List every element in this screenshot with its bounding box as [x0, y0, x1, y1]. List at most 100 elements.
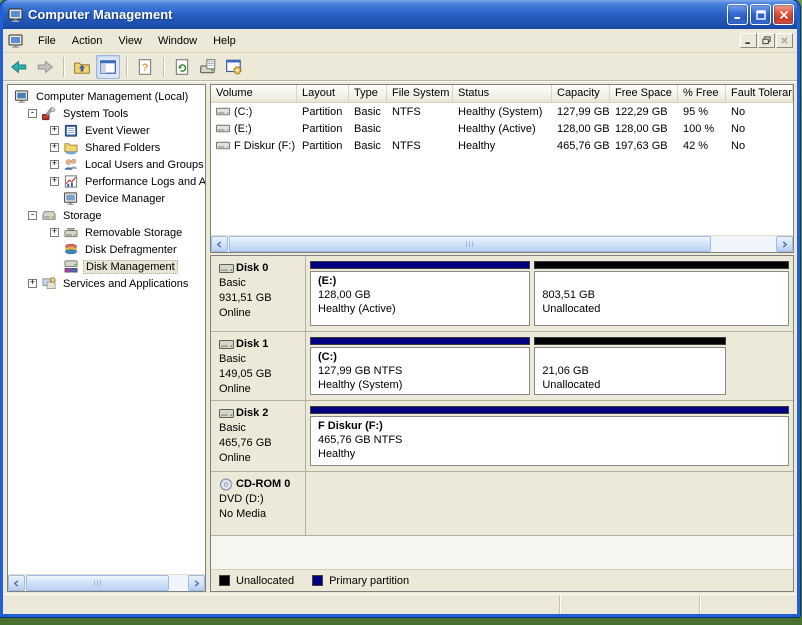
column-header-status[interactable]: Status	[453, 85, 552, 103]
sidebar-item-computer-management[interactable]: Computer Management (Local)	[8, 88, 205, 105]
title-bar[interactable]: Computer Management	[3, 0, 797, 29]
column-header-fault-tolerance[interactable]: Fault Tolerance	[726, 85, 793, 103]
tree-label[interactable]: Computer Management (Local)	[34, 91, 190, 103]
sidebar-item-device-manager[interactable]: Device Manager	[8, 190, 205, 207]
column-header-volume[interactable]: Volume	[211, 85, 297, 103]
help-button[interactable]: ?	[133, 55, 157, 79]
disk-2-row[interactable]: Disk 2 Basic 465,76 GB Online F Diskur (…	[211, 401, 793, 472]
sidebar-item-performance-logs-and-alerts[interactable]: + Performance Logs and Alerts	[8, 173, 205, 190]
forward-button[interactable]	[33, 55, 57, 79]
partition-e[interactable]: (E:) 128,00 GB Healthy (Active)	[310, 261, 530, 326]
disk-type: Basic	[219, 276, 303, 291]
sidebar-item-disk-defragmenter[interactable]: Disk Defragmenter	[8, 241, 205, 258]
disk-1-row[interactable]: Disk 1 Basic 149,05 GB Online (C:) 127,9…	[211, 332, 793, 401]
unallocated-space[interactable]: 803,51 GB Unallocated	[534, 261, 789, 326]
disk-0-row[interactable]: Disk 0 Basic 931,51 GB Online (E:) 128,0…	[211, 256, 793, 332]
column-header-free-space[interactable]: Free Space	[610, 85, 678, 103]
close-button[interactable]	[773, 4, 794, 25]
disk-icon	[219, 338, 235, 351]
cell-volume: F Diskur (F:)	[234, 140, 295, 152]
expand-icon[interactable]: +	[50, 126, 59, 135]
volume-row-e[interactable]: (E:) Partition Basic Healthy (Active) 12…	[211, 120, 793, 137]
settings-button[interactable]	[222, 55, 246, 79]
tree-label[interactable]: Shared Folders	[83, 142, 162, 154]
refresh-button[interactable]	[170, 55, 194, 79]
menu-view[interactable]: View	[110, 32, 150, 50]
menu-action[interactable]: Action	[64, 32, 111, 50]
sidebar-item-disk-management[interactable]: Disk Management	[8, 258, 205, 275]
tree-label[interactable]: Disk Defragmenter	[83, 244, 179, 256]
scroll-right-icon[interactable]	[776, 236, 793, 252]
disk-0-info[interactable]: Disk 0 Basic 931,51 GB Online	[211, 256, 306, 331]
show-hide-console-tree-button[interactable]	[96, 55, 120, 79]
volume-list-pane: Volume Layout Type File System Status Ca…	[210, 84, 794, 253]
sidebar-item-system-tools[interactable]: - System Tools	[8, 105, 205, 122]
expand-icon[interactable]: +	[50, 228, 59, 237]
performance-icon	[63, 174, 79, 189]
tree-label[interactable]: Event Viewer	[83, 125, 152, 137]
volume-row-c[interactable]: (C:) Partition Basic NTFS Healthy (Syste…	[211, 103, 793, 120]
scroll-track[interactable]	[228, 236, 776, 252]
sidebar-item-removable-storage[interactable]: + Removable Storage	[8, 224, 205, 241]
partition-c[interactable]: (C:) 127,99 GB NTFS Healthy (System)	[310, 337, 530, 395]
scroll-left-icon[interactable]	[8, 575, 25, 591]
maximize-button[interactable]	[750, 4, 771, 25]
cdrom-0-row[interactable]: CD-ROM 0 DVD (D:) No Media	[211, 472, 793, 536]
rescan-disks-button[interactable]	[196, 55, 220, 79]
sidebar-item-local-users-and-groups[interactable]: + Local Users and Groups	[8, 156, 205, 173]
sidebar-item-services-and-applications[interactable]: + Services and Applications	[8, 275, 205, 292]
unallocated-space[interactable]: 21,06 GB Unallocated	[534, 337, 726, 395]
mdi-minimize-button[interactable]	[740, 33, 757, 48]
up-one-level-button[interactable]	[70, 55, 94, 79]
partition-f[interactable]: F Diskur (F:) 465,76 GB NTFS Healthy	[310, 406, 789, 466]
tree-label[interactable]: Services and Applications	[61, 278, 190, 290]
menu-help[interactable]: Help	[205, 32, 244, 50]
unallocated-strip	[534, 261, 789, 269]
details-pane: Volume Layout Type File System Status Ca…	[210, 84, 794, 592]
volume-row-f[interactable]: F Diskur (F:) Partition Basic NTFS Healt…	[211, 137, 793, 154]
disk-2-info[interactable]: Disk 2 Basic 465,76 GB Online	[211, 401, 306, 471]
menu-file[interactable]: File	[30, 32, 64, 50]
tree-label[interactable]: Device Manager	[83, 193, 167, 205]
partition-status: Healthy (System)	[318, 378, 522, 392]
expand-icon[interactable]: +	[28, 279, 37, 288]
disk-type: Basic	[219, 352, 303, 367]
collapse-icon[interactable]: -	[28, 211, 37, 220]
column-header-capacity[interactable]: Capacity	[552, 85, 610, 103]
desktop: { "window": { "title": "Computer Managem…	[0, 0, 802, 625]
volume-list-horizontal-scrollbar[interactable]	[211, 235, 793, 252]
column-header-pct-free[interactable]: % Free	[678, 85, 726, 103]
tree-label-selected[interactable]: Disk Management	[83, 260, 178, 274]
sidebar-item-shared-folders[interactable]: + Shared Folders	[8, 139, 205, 156]
scroll-track[interactable]	[25, 575, 188, 591]
disk-management-icon	[63, 259, 79, 274]
tree-label[interactable]: Local Users and Groups	[83, 159, 205, 171]
column-header-type[interactable]: Type	[349, 85, 387, 103]
expand-icon[interactable]: +	[50, 177, 59, 186]
disk-type: DVD (D:)	[219, 492, 303, 507]
tree-horizontal-scrollbar[interactable]	[8, 574, 205, 591]
scroll-thumb[interactable]	[229, 236, 711, 252]
mdi-restore-button[interactable]	[758, 33, 775, 48]
mdi-close-button[interactable]	[776, 33, 793, 48]
expand-icon[interactable]: +	[50, 160, 59, 169]
back-button[interactable]	[7, 55, 31, 79]
expand-icon[interactable]: +	[50, 143, 59, 152]
scroll-left-icon[interactable]	[211, 236, 228, 252]
tree-label[interactable]: Removable Storage	[83, 227, 184, 239]
collapse-icon[interactable]: -	[28, 109, 37, 118]
column-header-file-system[interactable]: File System	[387, 85, 453, 103]
menu-window[interactable]: Window	[150, 32, 205, 50]
cdrom-0-info[interactable]: CD-ROM 0 DVD (D:) No Media	[211, 472, 306, 535]
scroll-thumb[interactable]	[26, 575, 169, 591]
sidebar-item-storage[interactable]: - Storage	[8, 207, 205, 224]
column-header-layout[interactable]: Layout	[297, 85, 349, 103]
scroll-right-icon[interactable]	[188, 575, 205, 591]
disk-1-info[interactable]: Disk 1 Basic 149,05 GB Online	[211, 332, 306, 400]
users-icon	[63, 157, 79, 172]
minimize-button[interactable]	[727, 4, 748, 25]
tree-label[interactable]: System Tools	[61, 108, 130, 120]
tree-label[interactable]: Performance Logs and Alerts	[83, 176, 205, 188]
tree-label[interactable]: Storage	[61, 210, 104, 222]
sidebar-item-event-viewer[interactable]: + Event Viewer	[8, 122, 205, 139]
